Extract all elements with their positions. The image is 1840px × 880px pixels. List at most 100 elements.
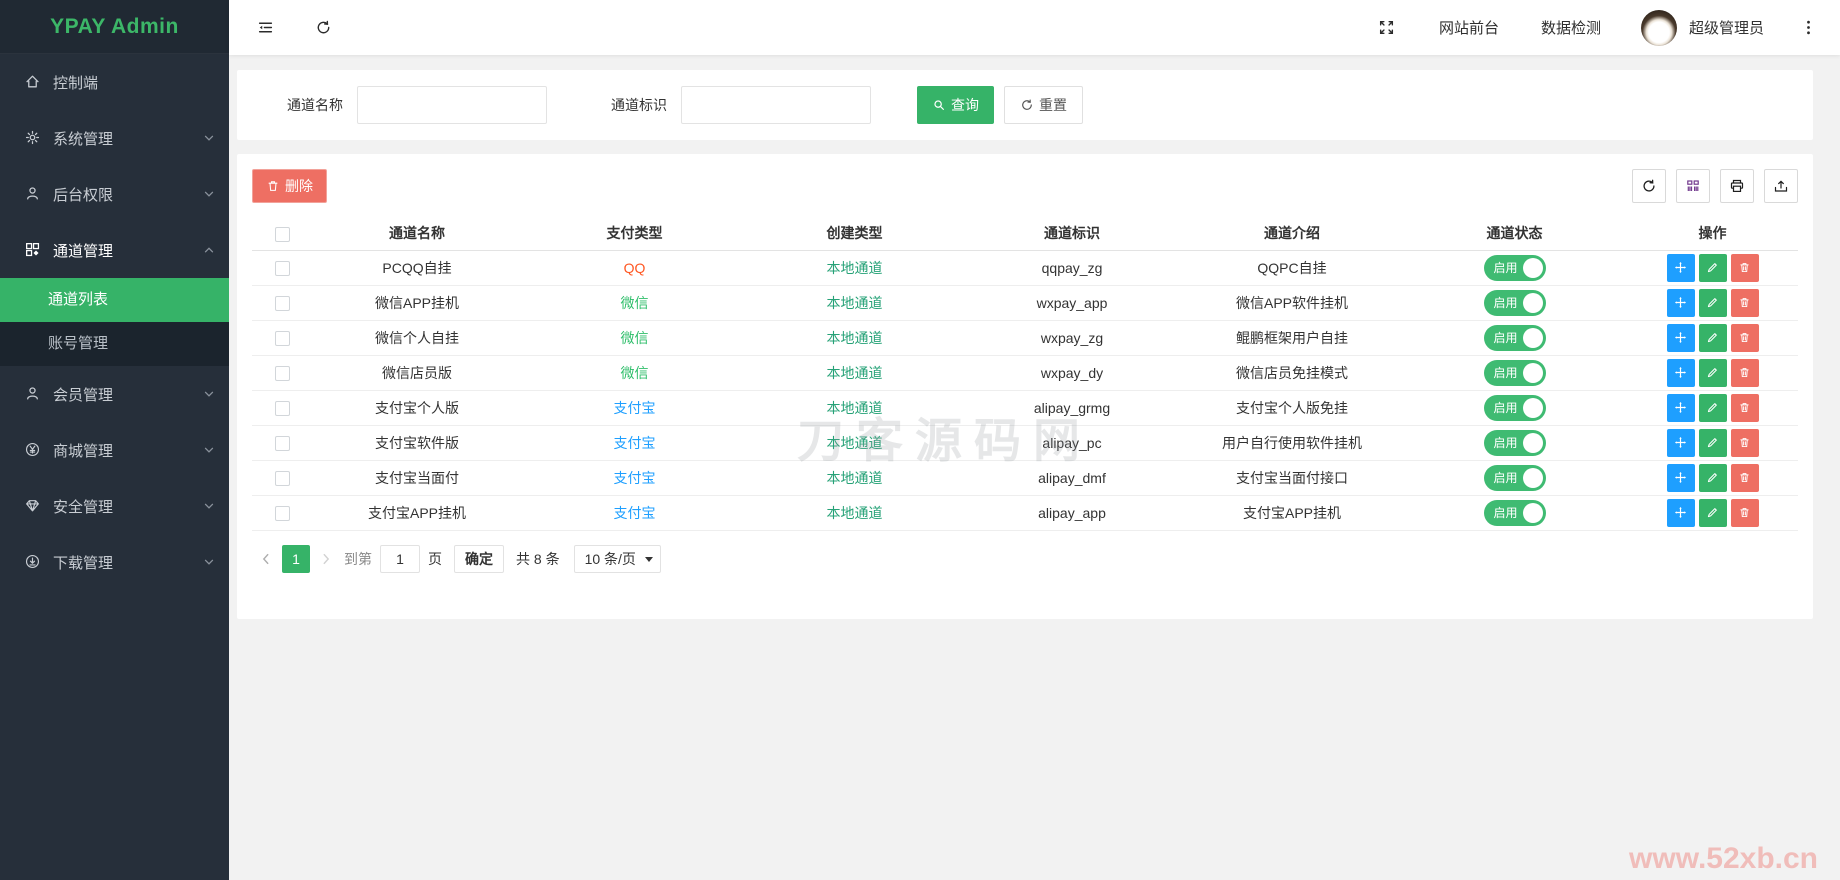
edit-button[interactable] <box>1698 463 1727 492</box>
table-tools <box>1622 169 1798 203</box>
status-toggle[interactable]: 启用 <box>1483 359 1546 386</box>
status-toggle[interactable]: 启用 <box>1483 429 1546 456</box>
row-checkbox[interactable] <box>274 260 290 276</box>
edit-button[interactable] <box>1698 428 1727 457</box>
collapse-menu-icon[interactable] <box>255 18 275 38</box>
row-checkbox[interactable] <box>274 435 290 451</box>
sidebar-item-console[interactable]: 控制端 <box>0 54 229 110</box>
query-button[interactable]: 查询 <box>917 86 994 124</box>
move-button[interactable] <box>1666 463 1695 492</box>
cell-channel-name: PCQQ自挂 <box>312 250 522 286</box>
download-icon <box>24 553 42 571</box>
status-toggle[interactable]: 启用 <box>1483 254 1546 281</box>
channel-name-input[interactable] <box>357 86 547 124</box>
cell-create-type: 本地通道 <box>747 495 962 531</box>
delete-row-button[interactable] <box>1730 253 1759 282</box>
channel-code-input[interactable] <box>681 86 871 124</box>
row-checkbox[interactable] <box>274 505 290 521</box>
sidebar-item-channel[interactable]: 通道管理 <box>0 222 229 278</box>
move-button[interactable] <box>1666 358 1695 387</box>
table-export-button[interactable] <box>1764 169 1798 203</box>
chevron-down-icon <box>201 386 217 402</box>
delete-row-button[interactable] <box>1730 393 1759 422</box>
chevron-down-icon <box>201 130 217 146</box>
delete-row-button[interactable] <box>1730 463 1759 492</box>
cell-channel-name: 微信APP挂机 <box>312 285 522 321</box>
move-button[interactable] <box>1666 393 1695 422</box>
edit-button[interactable] <box>1698 253 1727 282</box>
query-button-label: 查询 <box>951 97 979 113</box>
status-toggle[interactable]: 启用 <box>1483 289 1546 316</box>
sidebar-item-security[interactable]: 安全管理 <box>0 478 229 534</box>
move-button[interactable] <box>1666 428 1695 457</box>
username[interactable]: 超级管理员 <box>1689 17 1764 38</box>
user-icon <box>24 385 42 403</box>
sidebar-item-download[interactable]: 下载管理 <box>0 534 229 590</box>
table-print-button[interactable] <box>1720 169 1754 203</box>
topbar-link-data-check[interactable]: 数据检测 <box>1541 17 1601 38</box>
row-checkbox[interactable] <box>274 400 290 416</box>
avatar[interactable] <box>1640 9 1677 46</box>
edit-button[interactable] <box>1698 288 1727 317</box>
more-menu-icon[interactable] <box>1798 18 1818 38</box>
status-toggle[interactable]: 启用 <box>1483 464 1546 491</box>
col-create-type: 创建类型 <box>747 217 962 251</box>
table-row: 支付宝当面付 支付宝 本地通道 alipay_dmf 支付宝当面付接口 启用 <box>252 460 1798 496</box>
select-all-checkbox[interactable] <box>274 226 290 242</box>
delete-row-button[interactable] <box>1730 288 1759 317</box>
row-actions <box>1627 358 1798 387</box>
home-icon <box>24 73 42 91</box>
channel-code-label: 通道标识 <box>611 97 667 113</box>
toggle-knob <box>1522 327 1543 348</box>
table-columns-button[interactable] <box>1676 169 1710 203</box>
row-checkbox[interactable] <box>274 365 290 381</box>
status-toggle[interactable]: 启用 <box>1483 324 1546 351</box>
move-button[interactable] <box>1666 323 1695 352</box>
goto-page-input[interactable] <box>380 544 420 573</box>
status-toggle[interactable]: 启用 <box>1483 394 1546 421</box>
sidebar-item-member[interactable]: 会员管理 <box>0 366 229 422</box>
user-icon <box>24 185 42 203</box>
move-button[interactable] <box>1666 253 1695 282</box>
edit-button[interactable] <box>1698 498 1727 527</box>
sidebar-item-label: 后台权限 <box>53 186 114 204</box>
cell-channel-intro: 支付宝个人版免挂 <box>1182 390 1402 426</box>
delete-row-button[interactable] <box>1730 498 1759 527</box>
row-checkbox[interactable] <box>274 470 290 486</box>
refresh-page-icon[interactable] <box>313 18 333 38</box>
col-actions: 操作 <box>1627 217 1798 251</box>
edit-button[interactable] <box>1698 393 1727 422</box>
sidebar-item-system[interactable]: 系统管理 <box>0 110 229 166</box>
main-area: 网站前台 数据检测 超级管理员 通道名称 通道标识 查询 重置 删除 通道名称 … <box>229 0 1840 880</box>
status-toggle-label: 启用 <box>1493 296 1518 310</box>
prev-page-button[interactable] <box>256 545 276 573</box>
row-checkbox[interactable] <box>274 295 290 311</box>
delete-button[interactable]: 删除 <box>252 169 327 203</box>
gem-icon <box>24 497 42 515</box>
row-checkbox[interactable] <box>274 330 290 346</box>
delete-row-button[interactable] <box>1730 428 1759 457</box>
next-page-button[interactable] <box>316 545 336 573</box>
cell-channel-code: alipay_app <box>962 495 1182 531</box>
page-number[interactable]: 1 <box>282 544 310 573</box>
reset-button[interactable]: 重置 <box>1004 86 1083 124</box>
move-button[interactable] <box>1666 498 1695 527</box>
delete-row-button[interactable] <box>1730 323 1759 352</box>
status-toggle[interactable]: 启用 <box>1483 499 1546 526</box>
sidebar: YPAY Admin 控制端 系统管理 后台权限 通道管理 通道列表 账号管理 会员管理 商城… <box>0 0 229 880</box>
topbar-link-site-front[interactable]: 网站前台 <box>1439 17 1499 38</box>
sidebar-item-mall[interactable]: 商城管理 <box>0 422 229 478</box>
sidebar-subitem-channel-list[interactable]: 通道列表 <box>0 278 229 322</box>
cell-create-type: 本地通道 <box>747 320 962 356</box>
edit-button[interactable] <box>1698 358 1727 387</box>
table-refresh-button[interactable] <box>1632 169 1666 203</box>
sidebar-subitem-account-manage[interactable]: 账号管理 <box>0 322 229 366</box>
sidebar-item-auth[interactable]: 后台权限 <box>0 166 229 222</box>
move-button[interactable] <box>1666 288 1695 317</box>
toggle-knob <box>1522 397 1543 418</box>
delete-row-button[interactable] <box>1730 358 1759 387</box>
per-page-select[interactable]: 10 条/页 <box>573 544 661 573</box>
fullscreen-icon[interactable] <box>1377 18 1397 38</box>
confirm-page-button[interactable]: 确定 <box>454 544 504 573</box>
edit-button[interactable] <box>1698 323 1727 352</box>
